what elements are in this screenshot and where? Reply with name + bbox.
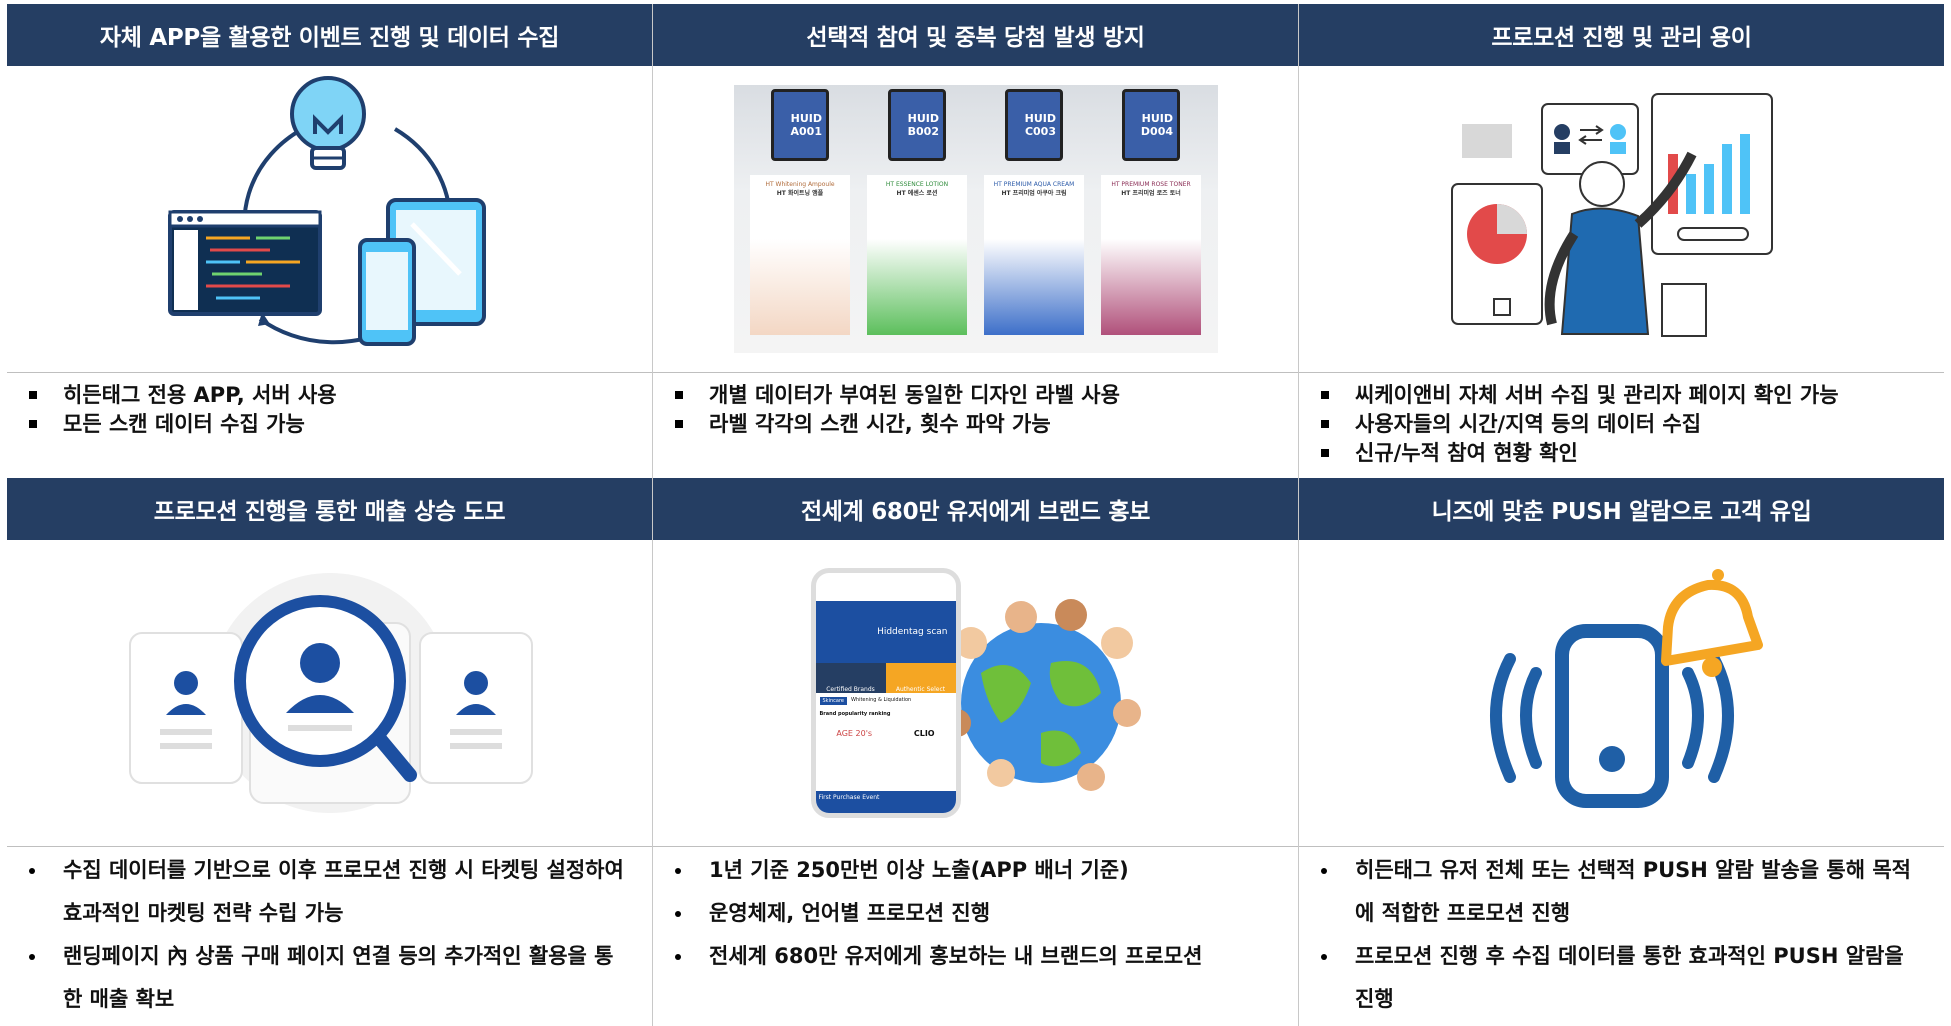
- bullet-item: 씨케이앤비 자체 서버 수집 및 관리자 페이지 확인 가능: [1299, 381, 1944, 410]
- card-title: 프로모션 진행을 통한 매출 상승 도모: [7, 478, 652, 540]
- product-column: HUID A001 HT Whitening Ampoule HT 화이트닝 앰플: [748, 89, 852, 349]
- card-selective-participation: 선택적 참여 및 중복 당첨 발생 방지 HUID A001 HT Whiteni…: [653, 4, 1299, 478]
- product-column: HUID B002 HT ESSENCE LOTION HT 에센스 로션: [865, 89, 969, 349]
- card-title: 선택적 참여 및 중복 당첨 발생 방지: [653, 4, 1298, 66]
- bullet-item: 프로모션 진행 후 수집 데이터를 통한 효과적인 PUSH 알람을 진행: [1299, 935, 1944, 1021]
- product-column: HUID C003 HT PREMIUM AQUA CREAM HT 프리미엄 아…: [982, 89, 1086, 349]
- target-search-illustration: [7, 540, 652, 846]
- card-brand-promotion: 전세계 680만 유저에게 브랜드 홍보 Hiddentag scan Cert…: [653, 478, 1299, 1026]
- product-card: HT Whitening Ampoule HT 화이트닝 앰플: [750, 175, 850, 335]
- card-app-event: 자체 APP을 활용한 이벤트 진행 및 데이터 수집 히든태그 전용 APP,…: [7, 4, 653, 478]
- app-cycle-illustration: [7, 66, 652, 372]
- phone-label-card: HUID B002: [888, 89, 946, 161]
- bullet-list: 히든태그 전용 APP, 서버 사용 모든 스캔 데이터 수집 가능: [7, 372, 652, 478]
- product-card: HT PREMIUM AQUA CREAM HT 프리미엄 아쿠아 크림: [984, 175, 1084, 335]
- card-promotion-management: 프로모션 진행 및 관리 용이 씨케이앤비 자체 서버 수집 및 관리자 페이지…: [1299, 4, 1944, 478]
- phone-bell-icon: [1489, 569, 1763, 808]
- app-chips: Skincare Whitening & Liquidation: [816, 693, 956, 709]
- lightbulb-devices-icon: [167, 76, 486, 346]
- bullet-item: 신규/누적 참여 현황 확인: [1299, 439, 1944, 468]
- globe-people-icon: [942, 599, 1141, 791]
- bullet-item: 사용자들의 시간/지역 등의 데이터 수집: [1299, 410, 1944, 439]
- phone-mockup: Hiddentag scan Certified Brands Authenti…: [810, 568, 961, 818]
- product-card: HT PREMIUM ROSE TONER HT 프리미엄 로즈 토너: [1101, 175, 1201, 335]
- product-column: HUID D004 HT PREMIUM ROSE TONER HT 프리미엄 로…: [1099, 89, 1203, 349]
- bullet-item: 수집 데이터를 기반으로 이후 프로모션 진행 시 타켓팅 설정하여 효과적인 …: [7, 849, 652, 935]
- bullet-item: 1년 기준 250만번 이상 노출(APP 배너 기준): [653, 849, 1298, 892]
- card-sales-growth: 프로모션 진행을 통한 매출 상승 도모 수집 데이터를 기반으로 이후 프로모…: [7, 478, 653, 1026]
- bullet-list: 히든태그 유저 전체 또는 선택적 PUSH 알람 발송을 통해 목적에 적합한…: [1299, 846, 1944, 1026]
- bullet-list: 1년 기준 250만번 이상 노출(APP 배너 기준) 운영체제, 언어별 프…: [653, 846, 1298, 1026]
- bullet-list: 개별 데이터가 부여된 동일한 디자인 라벨 사용 라벨 각각의 스캔 시간, …: [653, 372, 1298, 478]
- tile: Authentic Select: [885, 663, 956, 693]
- phone-label-card: HUID C003: [1005, 89, 1063, 161]
- push-alarm-illustration: [1299, 540, 1944, 846]
- bullet-item: 히든태그 유저 전체 또는 선택적 PUSH 알람 발송을 통해 목적에 적합한…: [1299, 849, 1944, 935]
- phone-label-card: HUID A001: [771, 89, 829, 161]
- app-ranking-label: Brand popularity ranking: [819, 711, 891, 717]
- bullet-list: 씨케이앤비 자체 서버 수집 및 관리자 페이지 확인 가능 사용자들의 시간/…: [1299, 372, 1944, 478]
- magnifier-user-icon: [128, 573, 533, 813]
- app-event-banner: First Purchase Event: [815, 791, 956, 813]
- bullet-item: 모든 스캔 데이터 수집 가능: [7, 410, 652, 439]
- bullet-list: 수집 데이터를 기반으로 이후 프로모션 진행 시 타켓팅 설정하여 효과적인 …: [7, 846, 652, 1026]
- label-products-illustration: HUID A001 HT Whitening Ampoule HT 화이트닝 앰플…: [653, 66, 1298, 372]
- bullet-item: 라벨 각각의 스캔 시간, 횟수 파악 가능: [653, 410, 1298, 439]
- card-push-notification: 니즈에 맞춘 PUSH 알람으로 고객 유입 히든태그 유저 전체 또는 선택적…: [1299, 478, 1944, 1026]
- card-title: 전세계 680만 유저에게 브랜드 홍보: [653, 478, 1298, 540]
- bullet-item: 전세계 680만 유저에게 홍보하는 내 브랜드의 프로모션: [653, 935, 1298, 978]
- bullet-item: 랜딩페이지 內 상품 구매 페이지 연결 등의 추가적인 활용을 통한 매출 확…: [7, 935, 652, 1021]
- app-globe-illustration: Hiddentag scan Certified Brands Authenti…: [653, 540, 1298, 846]
- card-title: 프로모션 진행 및 관리 용이: [1299, 4, 1944, 66]
- app-brands: AGE 20's CLIO: [836, 729, 935, 738]
- card-title: 니즈에 맞춘 PUSH 알람으로 고객 유입: [1299, 478, 1944, 540]
- bullet-item: 히든태그 전용 APP, 서버 사용: [7, 381, 652, 410]
- tile: Certified Brands: [815, 663, 886, 693]
- phone-label-card: HUID D004: [1122, 89, 1180, 161]
- bullet-item: 운영체제, 언어별 프로모션 진행: [653, 892, 1298, 935]
- product-card: HT ESSENCE LOTION HT 에센스 로션: [867, 175, 967, 335]
- info-grid: 자체 APP을 활용한 이벤트 진행 및 데이터 수집 히든태그 전용 APP,…: [7, 4, 1944, 1026]
- bullet-item: 개별 데이터가 부여된 동일한 디자인 라벨 사용: [653, 381, 1298, 410]
- app-scan-banner: Hiddentag scan: [815, 601, 956, 663]
- product-image-panel: HUID A001 HT Whitening Ampoule HT 화이트닝 앰플…: [733, 85, 1218, 353]
- dashboard-illustration: [1299, 66, 1944, 372]
- card-title: 자체 APP을 활용한 이벤트 진행 및 데이터 수집: [7, 4, 652, 66]
- analytics-person-icon: [1450, 93, 1773, 337]
- app-tiles: Certified Brands Authentic Select: [815, 663, 956, 693]
